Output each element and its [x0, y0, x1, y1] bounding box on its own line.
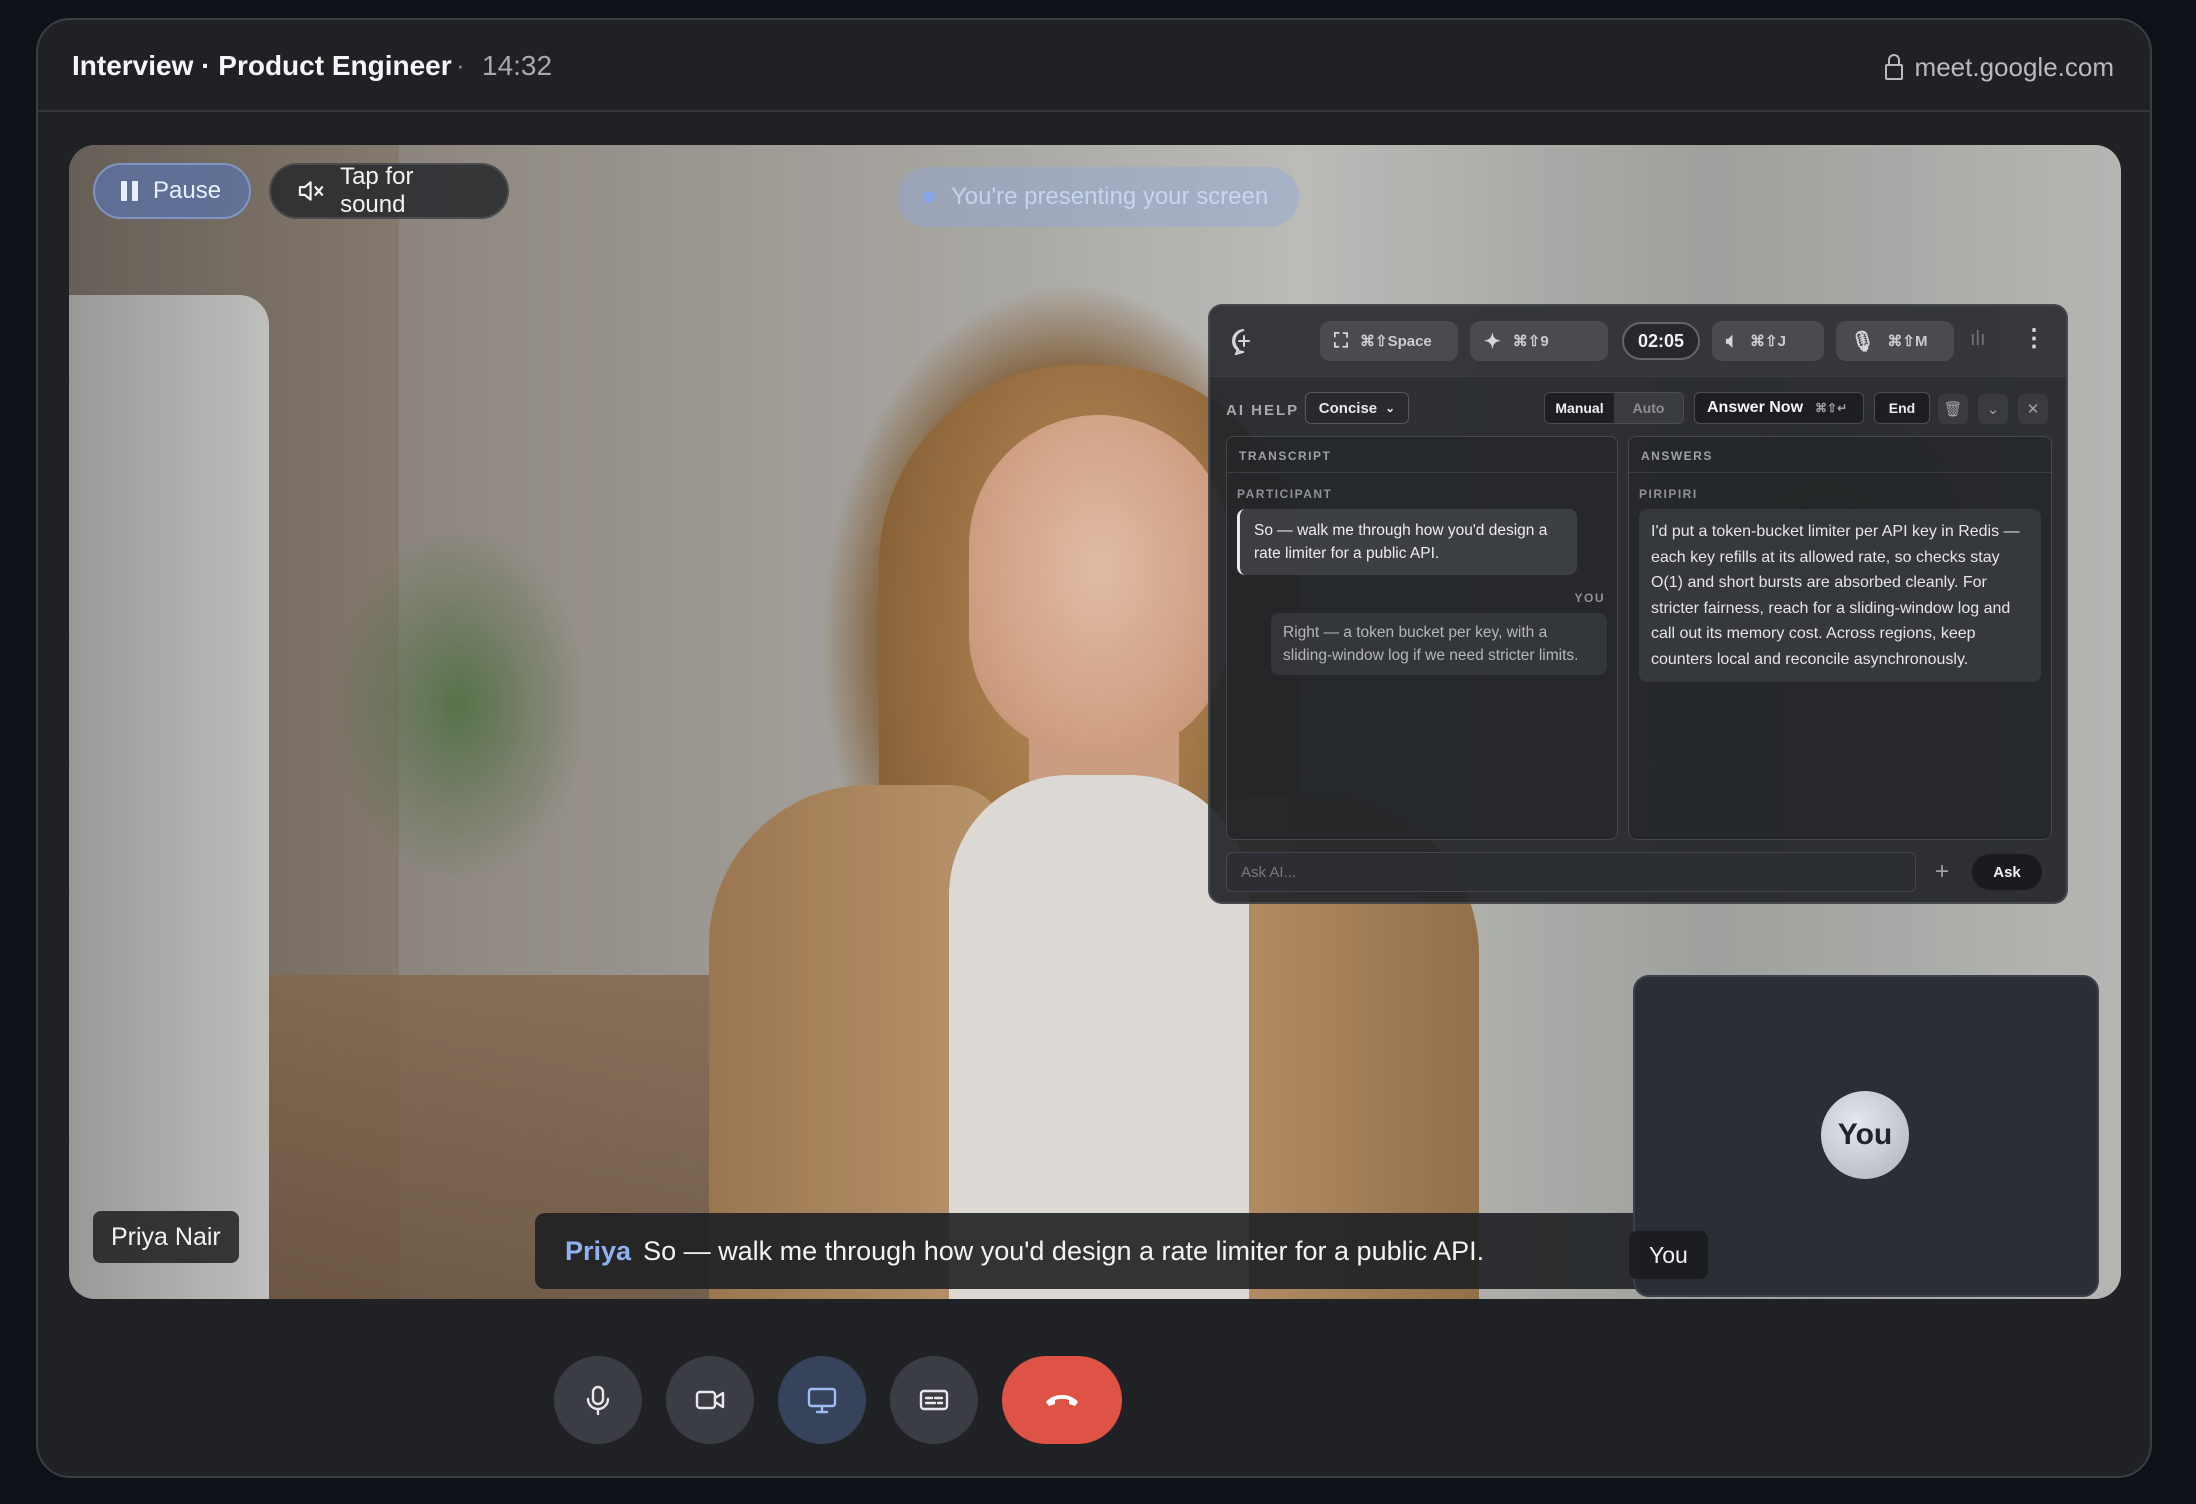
pause-button[interactable]: Pause — [93, 163, 251, 219]
answers-column: ANSWERS PIRIPIRI I'd put a token-bucket … — [1628, 436, 2052, 840]
participant-label: PARTICIPANT — [1237, 487, 1333, 501]
plus-icon[interactable]: + — [1926, 856, 1958, 888]
answer-source-label: PIRIPIRI — [1639, 487, 1698, 501]
participant-name-tag: Priya Nair — [93, 1211, 239, 1263]
meeting-time: 14:32 — [482, 50, 553, 81]
capture-screen-button[interactable]: ⛶ ⌘⇧Space — [1320, 321, 1458, 361]
avatar: You — [1821, 1091, 1909, 1179]
end-session-button[interactable]: End — [1874, 392, 1930, 424]
url-text: meet.google.com — [1914, 52, 2114, 82]
chat-add-icon[interactable] — [1230, 327, 1258, 355]
end-call-icon — [1046, 1395, 1078, 1406]
capture-shortcut: ⌘⇧Space — [1360, 333, 1432, 350]
you-label: YOU — [1574, 591, 1605, 605]
answers-header: ANSWERS — [1629, 437, 2051, 473]
captions-button[interactable] — [890, 1356, 978, 1444]
call-controls — [38, 1356, 2150, 1446]
collapse-chevron-icon[interactable]: ⌄ — [1978, 394, 2008, 424]
answer-now-button[interactable]: Answer Now ⌘⇧↵ — [1694, 392, 1864, 424]
session-timer: 02:05 — [1622, 322, 1700, 360]
mode-auto-option[interactable]: Auto — [1614, 393, 1683, 423]
mode-toggle[interactable]: Manual Auto — [1544, 392, 1684, 424]
screen-share-icon — [807, 1387, 837, 1414]
answer-now-label: Answer Now — [1707, 399, 1804, 416]
tap-for-sound-button[interactable]: Tap for sound — [269, 163, 509, 219]
microphone-button[interactable] — [554, 1356, 642, 1444]
participant-message: So — walk me through how you'd design a … — [1237, 509, 1577, 575]
ai-header-row: AI HELP Concise ⌄ Manual Auto Answer Now… — [1210, 392, 2066, 428]
more-options-icon[interactable]: ⋮ — [2022, 324, 2046, 353]
response-style-select[interactable]: Concise ⌄ — [1305, 392, 1409, 424]
response-style-value: Concise — [1318, 399, 1378, 417]
audio-capture-button[interactable]: 🔈︎ ⌘⇧J — [1712, 321, 1824, 361]
audio-shortcut: ⌘⇧J — [1750, 333, 1786, 350]
ask-row: + Ask — [1226, 852, 2052, 892]
presenting-label: You're presenting your screen — [951, 183, 1269, 210]
caption-text: So — walk me through how you'd design a … — [643, 1235, 1485, 1266]
speaker-muted-icon — [298, 181, 324, 201]
close-icon[interactable]: ✕ — [2018, 394, 2048, 424]
answer-now-shortcut: ⌘⇧↵ — [1815, 401, 1848, 415]
title-separator: · — [456, 50, 465, 80]
capture-frame-icon: ⛶ — [1334, 329, 1348, 352]
lock-icon — [1884, 53, 1903, 80]
captions-icon — [919, 1389, 949, 1411]
sound-label: Tap for sound — [340, 163, 414, 218]
title-bar: Interview · Product Engineer · 14:32 mee… — [38, 20, 2150, 112]
ai-answer: I'd put a token-bucket limiter per API k… — [1639, 509, 2041, 682]
live-caption: Priya So — walk me through how you'd des… — [535, 1213, 1655, 1289]
pause-label: Pause — [153, 177, 222, 204]
waveform-icon[interactable]: ılı — [1970, 328, 1986, 351]
ai-assistant-panel: ⛶ ⌘⇧Space ✦ ⌘⇧9 02:05 🔈︎ ⌘⇧J 🎙︎ ⌘⇧M ılı … — [1208, 304, 2068, 904]
sparkle-icon: ✦ — [1484, 330, 1501, 353]
mic-shortcut: ⌘⇧M — [1887, 333, 1928, 350]
camera-button[interactable] — [666, 1356, 754, 1444]
mic-icon: 🎙︎ — [1850, 330, 1876, 353]
ai-help-label: AI HELP — [1226, 402, 1300, 419]
transcript-header: TRANSCRIPT — [1227, 437, 1617, 473]
caption-speaker: Priya — [565, 1235, 632, 1266]
end-call-button[interactable] — [1002, 1356, 1122, 1444]
pause-icon — [121, 181, 139, 201]
assist-shortcut: ⌘⇧9 — [1512, 333, 1549, 350]
mic-capture-button[interactable]: 🎙︎ ⌘⇧M — [1836, 321, 1954, 361]
meeting-title: Interview · Product Engineer — [72, 50, 452, 81]
screen-share-button[interactable] — [778, 1356, 866, 1444]
you-message: Right — a token bucket per key, with a s… — [1271, 613, 1607, 675]
trash-icon[interactable]: 🗑︎ — [1938, 394, 1968, 424]
chevron-down-icon: ⌄ — [1385, 401, 1396, 415]
ai-toolbar: ⛶ ⌘⇧Space ✦ ⌘⇧9 02:05 🔈︎ ⌘⇧J 🎙︎ ⌘⇧M ılı … — [1210, 306, 2066, 377]
microphone-icon — [586, 1385, 610, 1416]
presenting-banner: You're presenting your screen — [897, 167, 1299, 227]
url-display: meet.google.com — [1884, 52, 2114, 83]
self-view-tile[interactable]: You You — [1629, 975, 2099, 1297]
camera-icon — [695, 1390, 725, 1410]
self-name-tag: You — [1629, 1231, 1708, 1279]
ask-ai-input[interactable] — [1226, 852, 1916, 892]
presenting-dot — [923, 191, 935, 203]
ask-button[interactable]: Ask — [1972, 854, 2042, 890]
mode-manual-option[interactable]: Manual — [1545, 393, 1614, 423]
transcript-column: TRANSCRIPT PARTICIPANT So — walk me thro… — [1226, 436, 1618, 840]
assist-button[interactable]: ✦ ⌘⇧9 — [1470, 321, 1608, 361]
speaker-icon: 🔈︎ — [1726, 329, 1738, 352]
